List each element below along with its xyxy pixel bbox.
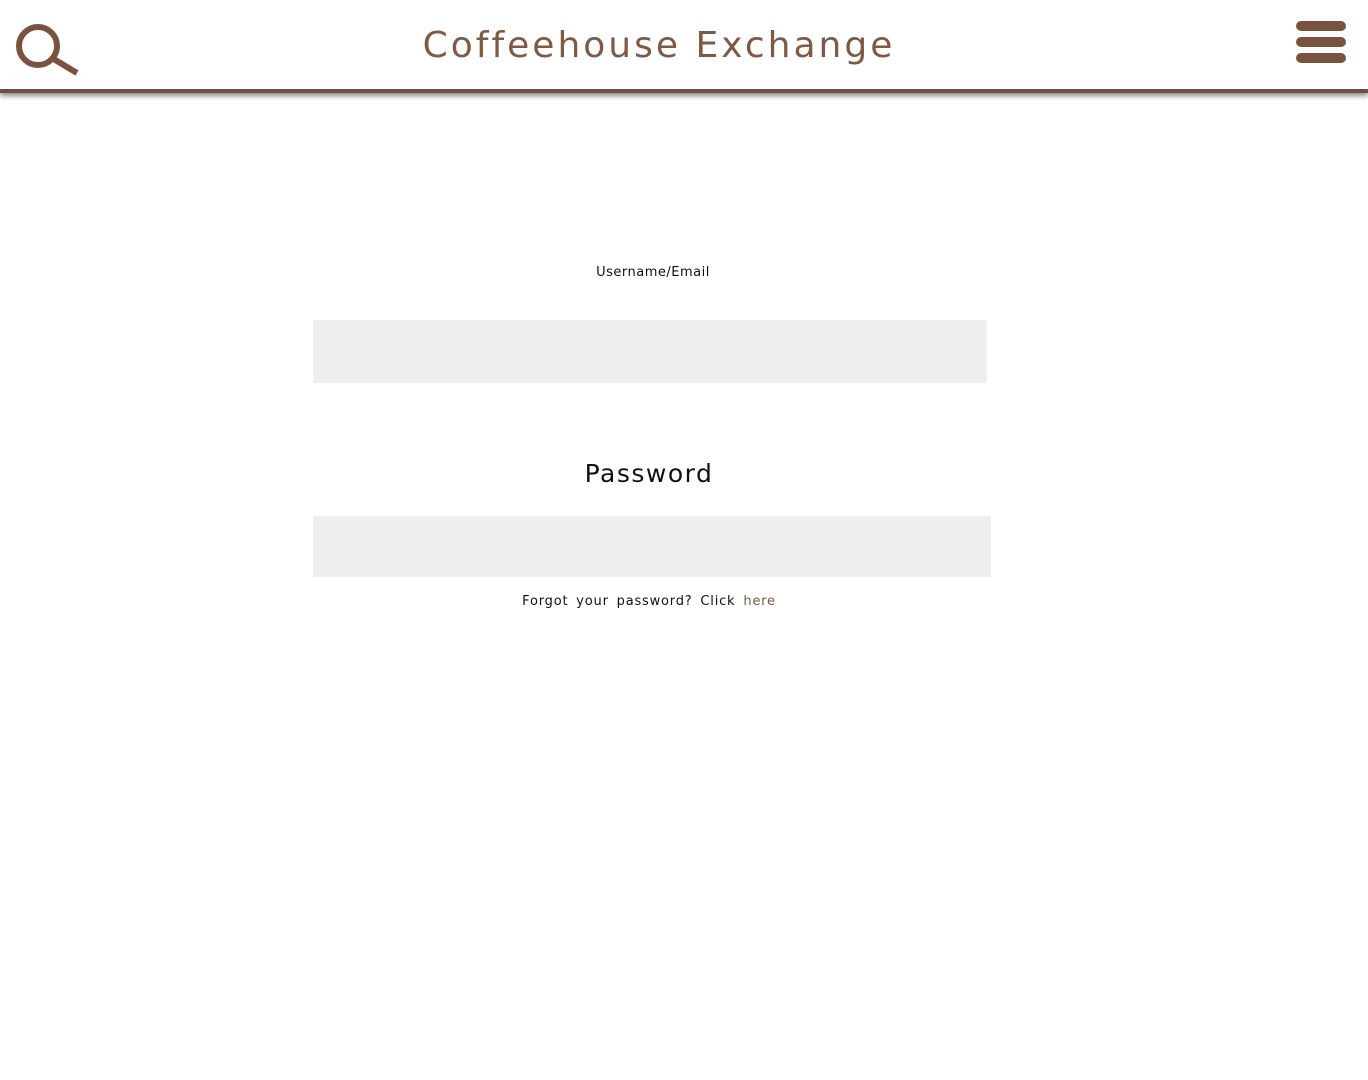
password-input[interactable] <box>313 516 991 577</box>
hamburger-menu-icon-bar <box>1296 37 1346 47</box>
forgot-password-link[interactable]: here <box>743 594 776 609</box>
hamburger-menu-button[interactable] <box>1296 20 1346 66</box>
password-label: Password <box>584 459 714 488</box>
forgot-password-prompt: Forgot your password? Click <box>522 594 736 609</box>
forgot-password-text: Forgot your password? Click here <box>0 594 1298 609</box>
username-email-input[interactable] <box>313 320 987 383</box>
hamburger-menu-icon <box>1296 21 1346 31</box>
site-header: Coffeehouse Exchange <box>0 0 1368 93</box>
site-title[interactable]: Coffeehouse Exchange <box>0 24 1318 68</box>
hamburger-menu-icon-bar <box>1296 53 1346 63</box>
username-email-label: Username/Email <box>596 265 710 280</box>
